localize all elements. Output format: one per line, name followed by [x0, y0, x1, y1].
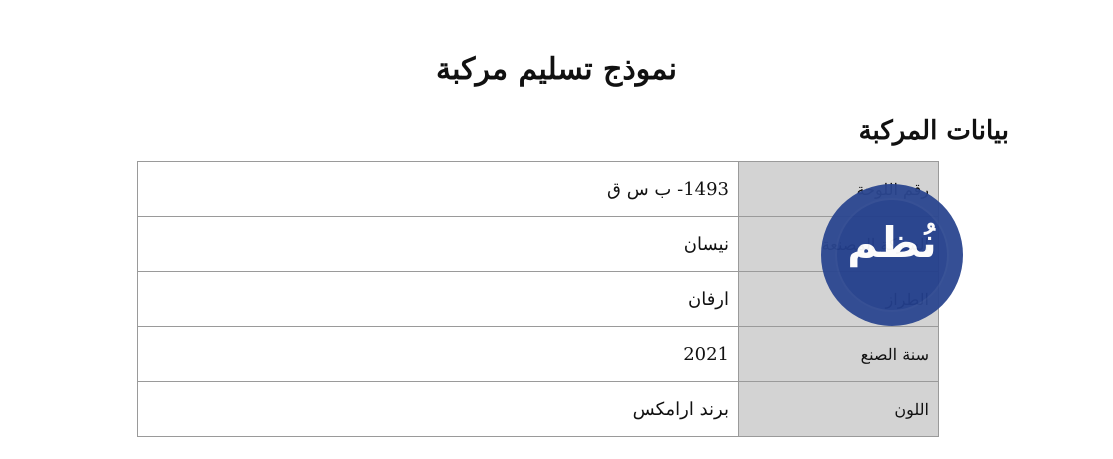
row-value: ارفان [137, 271, 739, 327]
row-value: برند ارامكس [137, 381, 739, 437]
row-label: اللون [738, 381, 939, 437]
section-title-vehicle-data: بيانات المركبة [858, 116, 1009, 146]
table-row: الشركة المصنعة نيسان [137, 216, 939, 272]
row-value: 1493- ب س ق [137, 161, 739, 217]
form-title: نموذج تسليم مركبة [436, 52, 677, 87]
row-value: 2021 [137, 326, 739, 382]
nuzum-logo-watermark: نُظم [821, 184, 963, 326]
row-label: سنة الصنع [738, 326, 939, 382]
row-value: نيسان [137, 216, 739, 272]
vehicle-data-table: رقم اللوحة 1493- ب س ق الشركة المصنعة ني… [137, 161, 939, 437]
table-row: الطراز ارفان [137, 271, 939, 327]
table-row: اللون برند ارامكس [137, 381, 939, 437]
table-row: رقم اللوحة 1493- ب س ق [137, 161, 939, 217]
table-row: سنة الصنع 2021 [137, 326, 939, 382]
logo-ring [835, 198, 949, 312]
